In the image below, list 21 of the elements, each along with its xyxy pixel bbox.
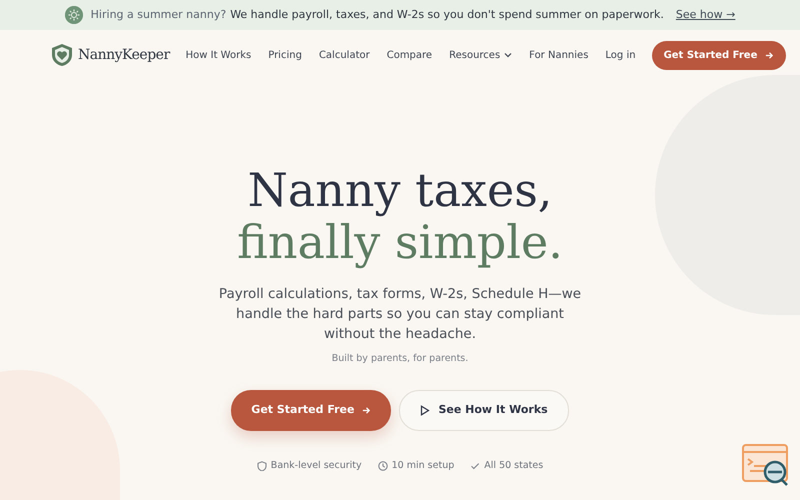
announcement-lead: Hiring a summer nanny?	[90, 6, 226, 23]
feature-label: 10 min setup	[392, 458, 454, 473]
feature-label: All 50 states	[484, 458, 544, 473]
nav-link[interactable]: How It Works	[186, 48, 252, 62]
nav-link[interactable]: Pricing	[268, 48, 302, 62]
feature-label: Bank-level security	[270, 458, 362, 473]
nav-link[interactable]: Calculator	[318, 48, 370, 62]
nav-link[interactable]: Compare	[386, 48, 432, 62]
announcement-text: We handle payroll, taxes, and W-2s so you don't spend summer on paperwork.	[230, 6, 664, 23]
hero-description: Payroll calculations, tax forms, W-2s, Schedule H—we handle the hard parts so you can stay compliant without the headache.	[218, 285, 582, 344]
brand-name: NannyKeeper	[78, 46, 170, 64]
tagline: Built by parents, for parents.	[332, 352, 468, 366]
nav-link[interactable]: For Nannies	[529, 48, 588, 62]
get-started-button[interactable]: Get Started Free	[231, 390, 392, 431]
nav-link[interactable]: Log in	[605, 48, 636, 62]
hero-title: Nanny taxes,	[248, 164, 552, 216]
resources-dropdown[interactable]: Resources	[449, 48, 512, 62]
see-how-it-works-button[interactable]: See How It Works	[399, 390, 569, 431]
hero-title-accent: finally simple.	[237, 216, 563, 268]
see-how-link[interactable]: See how →	[676, 6, 736, 24]
get-started-button[interactable]: Get Started Free	[652, 40, 786, 70]
